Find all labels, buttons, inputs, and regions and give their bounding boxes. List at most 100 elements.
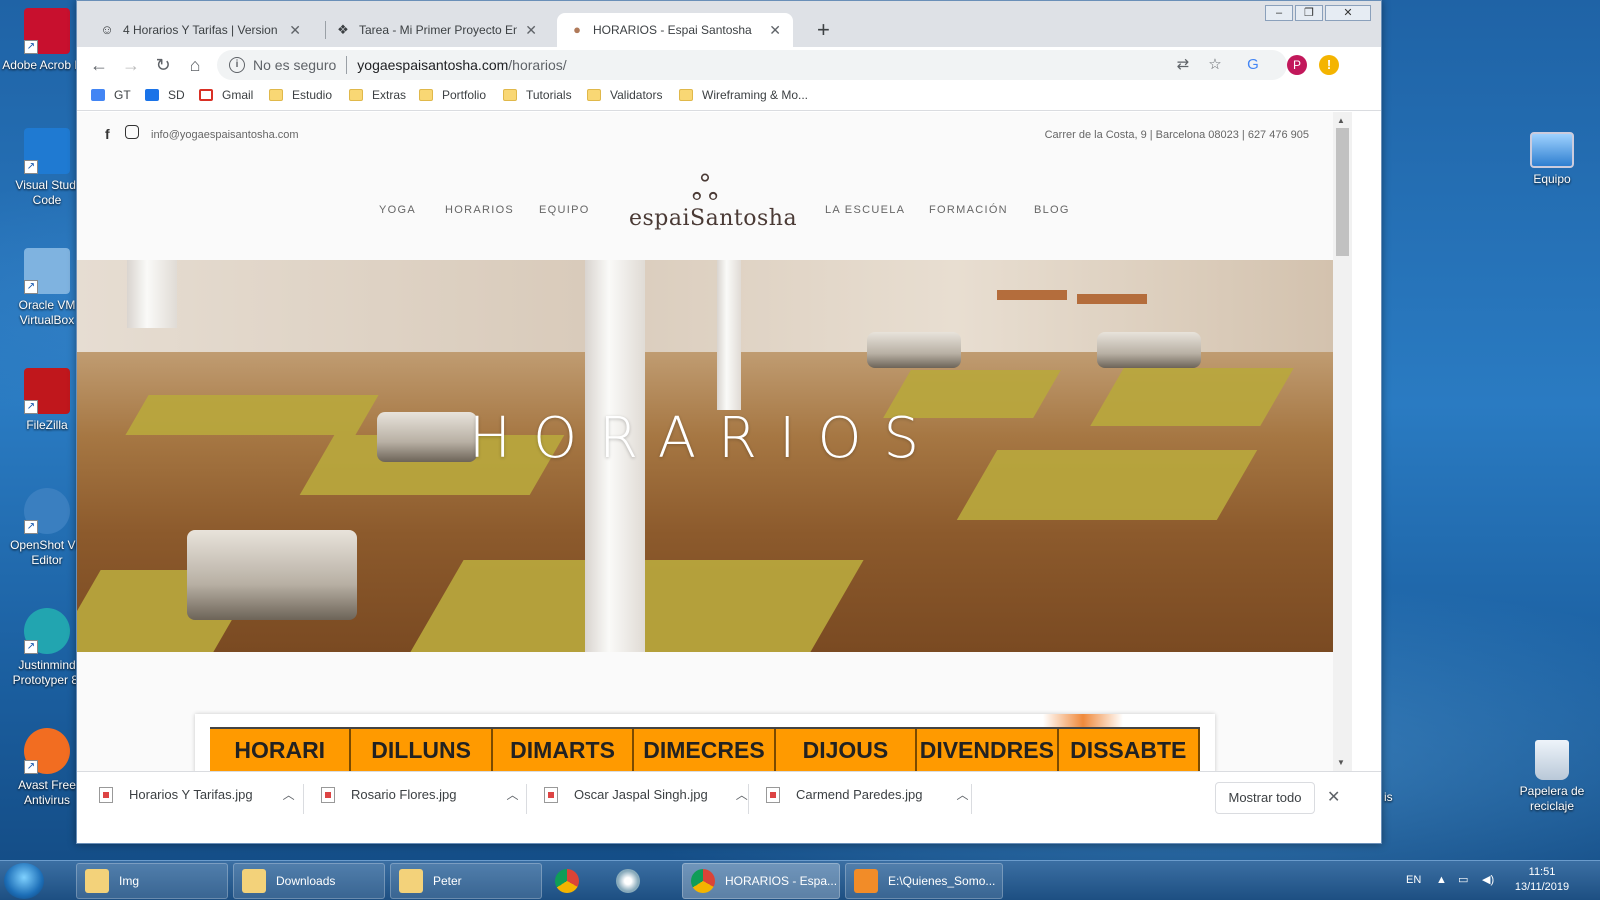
- taskbar-label: Img: [119, 874, 140, 888]
- download-item[interactable]: Carmend Paredes.jpg ︿: [766, 786, 968, 803]
- lotus-logo-icon: ஃ: [691, 170, 719, 208]
- taskbar-item-peter[interactable]: Peter: [390, 863, 542, 899]
- profile-avatar[interactable]: P: [1287, 55, 1307, 75]
- bookmark-label: SD: [168, 88, 185, 102]
- show-all-downloads-button[interactable]: Mostrar todo: [1215, 782, 1315, 814]
- virtualbox-icon: ↗: [24, 248, 70, 294]
- language-indicator[interactable]: EN: [1406, 873, 1421, 888]
- logo-wordmark: espaiSantosha: [629, 206, 798, 231]
- close-window-button[interactable]: ✕: [1325, 5, 1371, 21]
- paint-icon: [616, 869, 640, 893]
- bookmark-portfolio[interactable]: Portfolio: [419, 88, 486, 102]
- chevron-up-icon[interactable]: ︿: [283, 786, 295, 803]
- schedule-header-cell: DIMECRES: [634, 729, 776, 771]
- download-divider: [748, 784, 749, 814]
- bookmark-tutorials[interactable]: Tutorials: [503, 88, 572, 102]
- show-hidden-icons[interactable]: ▲: [1436, 873, 1447, 888]
- desktop-icon-recycle-bin[interactable]: Papelera de reciclaje: [1505, 740, 1599, 814]
- download-item[interactable]: Oscar Jaspal Singh.jpg ︿: [544, 786, 748, 803]
- tab-title: 4 Horarios Y Tarifas | Version Par: [123, 23, 281, 37]
- bookmark-sd[interactable]: SD: [145, 88, 185, 102]
- santosha-favicon-icon: ●: [573, 22, 581, 37]
- taskbar-item-downloads[interactable]: Downloads: [233, 863, 385, 899]
- schedule-header-cell: HORARI: [210, 729, 352, 771]
- chevron-up-icon[interactable]: ︿: [507, 786, 519, 803]
- contact-email[interactable]: info@yogaespaisantosha.com: [151, 129, 299, 141]
- taskbar-item-img[interactable]: Img: [76, 863, 228, 899]
- close-tab-icon[interactable]: ✕: [525, 22, 537, 39]
- instagram-icon[interactable]: [125, 125, 139, 139]
- bookmark-label: Validators: [610, 88, 663, 102]
- translate-icon[interactable]: ⇄: [1173, 55, 1193, 75]
- schedule-table: HORARI DILLUNS DIMARTS DIMECRES DIJOUS D…: [195, 714, 1215, 771]
- page-scrollbar[interactable]: ▲ ▼: [1333, 112, 1352, 771]
- info-icon[interactable]: i: [229, 57, 245, 73]
- close-tab-icon[interactable]: ✕: [769, 22, 781, 39]
- taskbar-item-paint[interactable]: [608, 863, 664, 899]
- chevron-up-icon[interactable]: ︿: [956, 786, 968, 803]
- taskbar-item-sublime[interactable]: E:\Quienes_Somo...: [845, 863, 1003, 899]
- folder-icon: [587, 89, 601, 101]
- google-translate-extension-icon[interactable]: G: [1243, 55, 1263, 75]
- volume-icon[interactable]: ◀): [1482, 873, 1494, 888]
- taskbar-item-chrome[interactable]: [547, 863, 603, 899]
- address-bar[interactable]: i No es seguro yogaespaisantosha.com/hor…: [217, 50, 1287, 80]
- download-item[interactable]: Rosario Flores.jpg ︿: [321, 786, 519, 803]
- sublime-icon: [854, 869, 878, 893]
- nav-yoga[interactable]: YOGA: [379, 204, 416, 216]
- taskbar-item-horarios[interactable]: HORARIOS - Espa...: [682, 863, 840, 899]
- url-host: yogaespaisantosha.com: [357, 57, 509, 73]
- bookmark-validators[interactable]: Validators: [587, 88, 662, 102]
- nav-la-escuela[interactable]: LA ESCUELA: [825, 204, 905, 216]
- nav-blog[interactable]: BLOG: [1034, 204, 1070, 216]
- nav-horarios[interactable]: HORARIOS: [445, 204, 514, 216]
- schedule-header-cell: DIVENDRES: [917, 729, 1059, 771]
- site-topbar: f info@yogaespaisantosha.com Carrer de l…: [77, 112, 1333, 158]
- bookmark-wireframing[interactable]: Wireframing & Mo...: [679, 88, 808, 102]
- reload-icon[interactable]: ↻: [153, 55, 173, 75]
- start-button[interactable]: [4, 863, 44, 899]
- tab-strip: ☺ 4 Horarios Y Tarifas | Version Par ✕ ❖…: [77, 1, 1381, 47]
- download-filename: Rosario Flores.jpg: [351, 787, 457, 802]
- facebook-icon[interactable]: f: [105, 126, 110, 142]
- tab-horarios-tarifas[interactable]: ☺ 4 Horarios Y Tarifas | Version Par ✕: [87, 13, 313, 47]
- bookmark-gt[interactable]: GT: [91, 88, 131, 102]
- home-icon[interactable]: ⌂: [185, 55, 205, 75]
- tab-horarios-espai-santosha[interactable]: ● HORARIOS - Espai Santosha ✕: [557, 13, 793, 47]
- bookmark-label: Estudio: [292, 88, 333, 102]
- chevron-up-icon[interactable]: ︿: [736, 786, 748, 803]
- gmail-icon: [199, 89, 213, 101]
- schedule-decoration: [1043, 714, 1123, 728]
- url-text: yogaespaisantosha.com/horarios/: [357, 57, 566, 73]
- close-downloads-icon[interactable]: ✕: [1327, 787, 1340, 807]
- scroll-up-icon[interactable]: ▲: [1337, 116, 1345, 125]
- image-file-icon: [321, 786, 335, 803]
- forward-icon[interactable]: →: [121, 55, 141, 75]
- browser-toolbar: ← → ↻ ⌂ i No es seguro yogaespaisantosha…: [77, 47, 1381, 83]
- scrollbar-thumb[interactable]: [1336, 128, 1349, 256]
- network-icon[interactable]: ▭: [1458, 873, 1468, 888]
- hero-cushion: [1097, 332, 1201, 368]
- scroll-down-icon[interactable]: ▼: [1337, 758, 1345, 767]
- bookmark-extras[interactable]: Extras: [349, 88, 406, 102]
- tab-title: HORARIOS - Espai Santosha: [593, 23, 752, 37]
- minimize-button[interactable]: –: [1265, 5, 1293, 21]
- site-logo[interactable]: ஃ espaiSantosha: [629, 170, 798, 231]
- new-tab-button[interactable]: +: [817, 17, 830, 43]
- bookmark-estudio[interactable]: Estudio: [269, 88, 332, 102]
- close-tab-icon[interactable]: ✕: [289, 22, 301, 39]
- desktop-icon-equipo[interactable]: Equipo: [1505, 132, 1599, 187]
- maximize-button[interactable]: ❐: [1295, 5, 1323, 21]
- download-divider: [971, 784, 972, 814]
- clock[interactable]: 11:51 13/11/2019: [1508, 865, 1576, 895]
- bookmark-star-icon[interactable]: ☆: [1205, 55, 1225, 75]
- warning-extension-icon[interactable]: !: [1319, 55, 1339, 75]
- bookmark-gmail[interactable]: Gmail: [199, 88, 253, 102]
- hero-cushion: [867, 332, 961, 368]
- download-item[interactable]: Horarios Y Tarifas.jpg ︿: [99, 786, 295, 803]
- back-icon[interactable]: ←: [89, 55, 109, 75]
- tab-tarea[interactable]: ❖ Tarea - Mi Primer Proyecto En Cc ✕: [323, 13, 549, 47]
- nav-equipo[interactable]: EQUIPO: [539, 204, 590, 216]
- bookmark-label: Wireframing & Mo...: [702, 88, 809, 102]
- nav-formacion[interactable]: FORMACIÓN: [929, 204, 1008, 216]
